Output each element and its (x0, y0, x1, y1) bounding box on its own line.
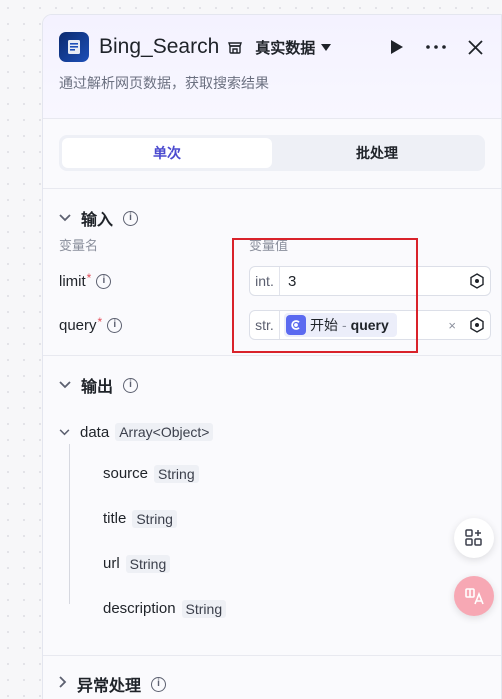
exception-section-header[interactable]: 异常处理 i (59, 656, 485, 699)
field-name: url (103, 555, 120, 572)
info-icon[interactable]: i (96, 273, 112, 289)
tree-field-description: description String (59, 586, 485, 631)
field-type-tag: Array<Object> (115, 423, 214, 441)
field-name: description (103, 600, 176, 617)
output-section: 输出 i (43, 356, 501, 414)
exception-section-title: 异常处理 (77, 678, 142, 695)
field-type-tag: String (125, 554, 171, 573)
close-icon[interactable] (468, 39, 483, 55)
chevron-right-icon (59, 675, 67, 693)
tree-field-url: url String (59, 541, 485, 586)
col-header-name: 变量名 (59, 238, 99, 253)
chevron-down-icon (59, 428, 70, 436)
chevron-down-icon (59, 209, 71, 227)
plugin-store-icon[interactable] (227, 39, 243, 55)
tree-root-data[interactable]: data Array<Object> (59, 418, 485, 446)
variable-picker-icon[interactable] (464, 273, 490, 289)
more-options-icon[interactable] (426, 45, 446, 49)
field-name: data (80, 423, 110, 441)
node-title[interactable]: Bing_Search (99, 35, 219, 59)
panel-header: Bing_Search 真实数据 通过解析网页数据，获取搜索结果 (43, 15, 501, 119)
param-name-limit: limit * i (59, 271, 249, 290)
required-mark: * (86, 271, 92, 285)
field-type-tag: String (181, 599, 227, 618)
field-name: source (103, 465, 149, 482)
data-mode-label: 真实数据 (255, 39, 316, 57)
title-row: Bing_Search 真实数据 (59, 31, 483, 63)
output-section-title: 输出 (81, 379, 114, 396)
input-section-title: 输入 (81, 212, 114, 229)
field-type-tag: String (132, 509, 177, 528)
param-label: query (59, 316, 97, 334)
mode-tabs-container: 单次 批处理 (43, 119, 501, 189)
tree-field-title: title String (59, 496, 485, 541)
variable-picker-icon[interactable] (464, 317, 490, 333)
info-icon[interactable]: i (151, 676, 167, 692)
clear-reference-icon[interactable]: × (448, 318, 456, 333)
annotation-highlight-box (232, 238, 418, 353)
required-mark: * (97, 315, 103, 329)
app-grid-button[interactable] (454, 518, 494, 558)
output-tree: data Array<Object> source String title S… (43, 418, 501, 631)
info-icon[interactable]: i (123, 377, 139, 393)
tree-connector (69, 444, 70, 604)
param-label: limit (59, 272, 86, 290)
tree-field-source: source String (59, 451, 485, 496)
tab-batch[interactable]: 批处理 (272, 138, 482, 168)
tab-single[interactable]: 单次 (62, 138, 272, 168)
field-type-tag: String (154, 464, 199, 483)
run-button[interactable] (390, 39, 404, 55)
bing-search-logo-icon (59, 32, 89, 62)
field-name: title (103, 510, 127, 527)
exception-section: 异常处理 i (43, 656, 501, 699)
info-icon[interactable]: i (107, 317, 123, 333)
data-mode-select[interactable]: 真实数据 (255, 37, 332, 58)
caret-down-icon (321, 39, 332, 56)
translate-button[interactable] (454, 576, 494, 616)
info-icon[interactable]: i (123, 210, 139, 226)
chevron-down-icon (59, 376, 71, 394)
output-section-header[interactable]: 输出 i (59, 356, 485, 414)
mode-tabs: 单次 批处理 (59, 135, 485, 171)
param-name-query: query * i (59, 315, 249, 334)
node-config-panel: Bing_Search 真实数据 通过解析网页数据，获取搜索结果 单次 批处理 … (42, 14, 502, 699)
node-description: 通过解析网页数据，获取搜索结果 (59, 75, 269, 91)
